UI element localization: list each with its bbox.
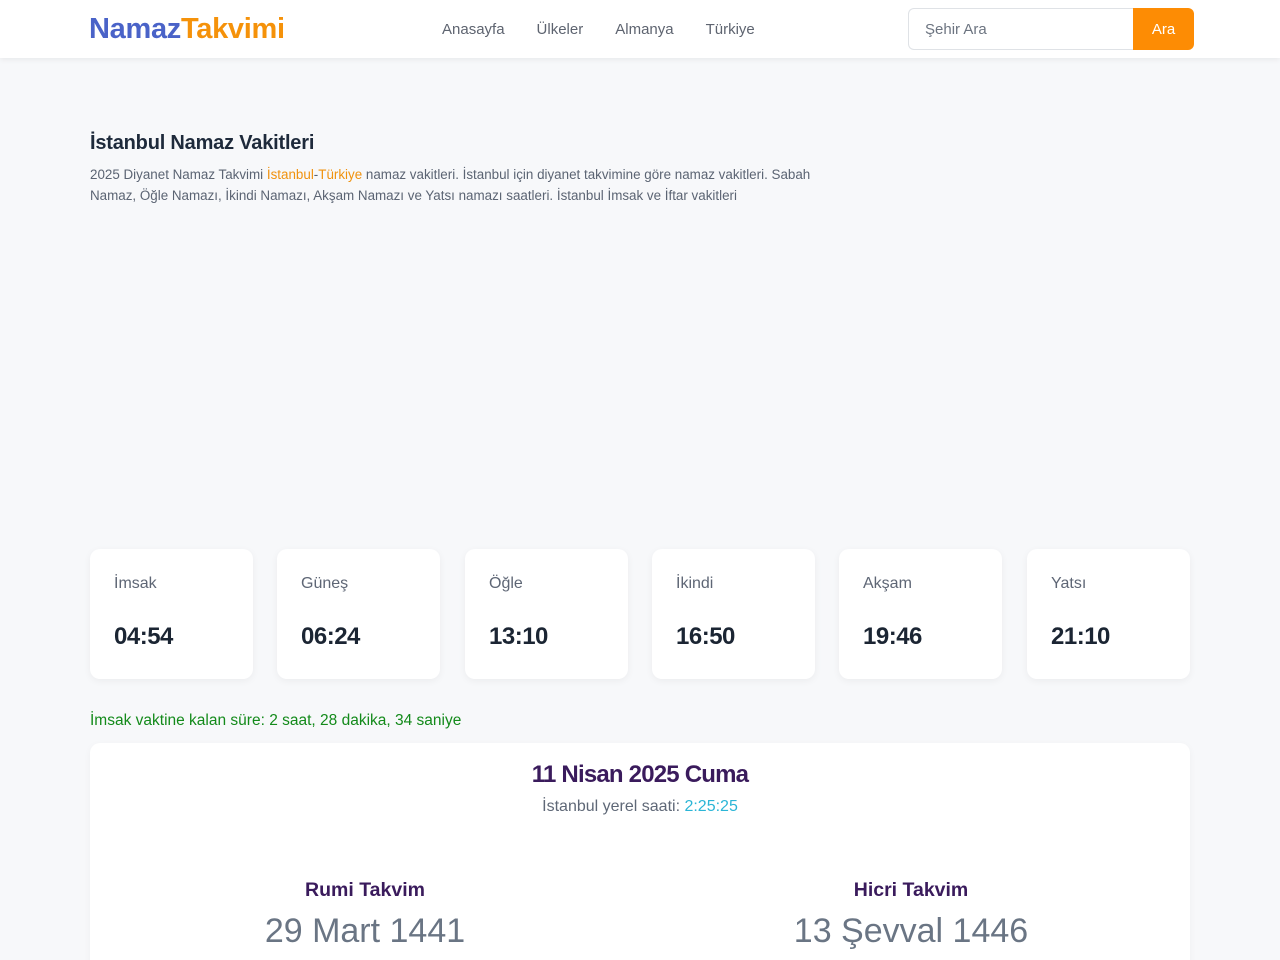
prayer-name: Akşam — [863, 575, 912, 592]
nav-link-turkiye[interactable]: Türkiye — [706, 21, 755, 38]
prayer-time: 06:24 — [301, 623, 360, 650]
search-button[interactable]: Ara — [1133, 8, 1194, 50]
intro-prefix: 2025 Diyanet Namaz Takvimi — [90, 167, 267, 182]
logo-part-namaz: Namaz — [89, 13, 181, 45]
imsak-countdown: İmsak vaktine kalan süre: 2 saat, 28 dak… — [90, 712, 462, 729]
prayer-time: 19:46 — [863, 623, 922, 650]
nav-link-almanya[interactable]: Almanya — [615, 21, 673, 38]
prayer-name: Öğle — [489, 575, 523, 592]
nav-link-anasayfa[interactable]: Anasayfa — [442, 21, 505, 38]
rumi-calendar-date: 29 Mart 1441 — [264, 912, 466, 950]
rumi-calendar: Rumi Takvim 29 Mart 1441 — [90, 879, 640, 951]
country-link[interactable]: Türkiye — [318, 167, 362, 182]
hicri-calendar-title: Hicri Takvim — [853, 879, 969, 901]
prayer-name: İkindi — [676, 575, 714, 592]
prayer-times: İmsak 04:54 Güneş 06:24 Öğle 13:10 İkind… — [90, 549, 1190, 679]
prayer-card-gunes: Güneş 06:24 — [277, 549, 440, 679]
city-search-input[interactable] — [908, 8, 1133, 50]
local-time-label: İstanbul yerel saati: — [542, 798, 685, 815]
rumi-calendar-title: Rumi Takvim — [305, 879, 425, 901]
site-logo[interactable]: NamazTakvimi — [89, 12, 285, 46]
prayer-card-yatsi: Yatsı 21:10 — [1027, 549, 1190, 679]
city-search-form: Ara — [908, 8, 1194, 50]
intro-text: 2025 Diyanet Namaz Takvimi İstanbul-Türk… — [90, 164, 850, 206]
current-date: 11 Nisan 2025 Cuma — [531, 761, 749, 788]
prayer-card-aksam: Akşam 19:46 — [839, 549, 1002, 679]
prayer-time: 13:10 — [489, 623, 548, 650]
prayer-name: Yatsı — [1051, 575, 1087, 592]
prayer-card-ikindi: İkindi 16:50 — [652, 549, 815, 679]
hicri-calendar-date: 13 Şevval 1446 — [793, 912, 1029, 950]
logo-part-takvimi: Takvimi — [181, 13, 285, 45]
prayer-time: 04:54 — [114, 623, 173, 650]
nav-link-ulkeler[interactable]: Ülkeler — [537, 21, 584, 38]
local-time-clock: 2:25:25 — [684, 798, 738, 815]
page-title: İstanbul Namaz Vakitleri — [90, 132, 315, 154]
prayer-name: İmsak — [114, 575, 157, 592]
city-link[interactable]: İstanbul — [267, 167, 314, 182]
prayer-card-ogle: Öğle 13:10 — [465, 549, 628, 679]
prayer-time: 21:10 — [1051, 623, 1110, 650]
local-time: İstanbul yerel saati: 2:25:25 — [90, 798, 1190, 816]
prayer-time: 16:50 — [676, 623, 735, 650]
date-panel: 11 Nisan 2025 Cuma İstanbul yerel saati:… — [90, 743, 1190, 960]
prayer-name: Güneş — [301, 575, 349, 592]
prayer-card-imsak: İmsak 04:54 — [90, 549, 253, 679]
hicri-calendar: Hicri Takvim 13 Şevval 1446 — [636, 879, 1186, 951]
navbar: NamazTakvimi Anasayfa Ülkeler Almanya Tü… — [0, 0, 1280, 58]
main-nav: Anasayfa Ülkeler Almanya Türkiye — [442, 0, 787, 58]
